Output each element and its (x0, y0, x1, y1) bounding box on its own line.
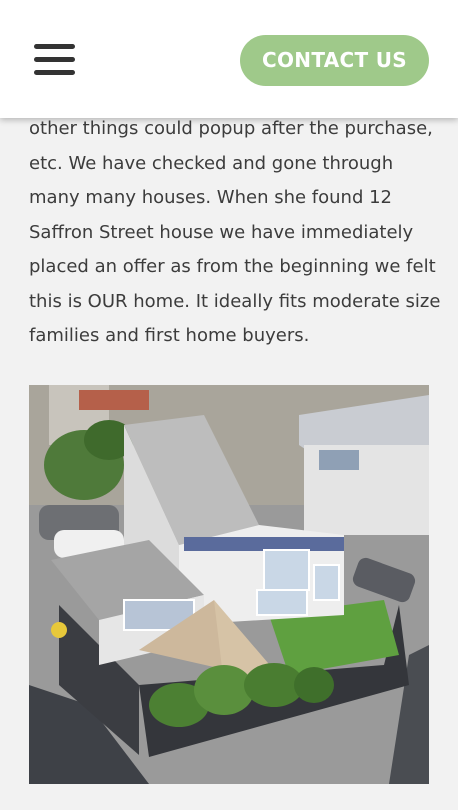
article-text: other things could popup after the purch… (29, 112, 441, 354)
article-line: many many houses. When she found 12 (29, 187, 393, 208)
site-header: CONTACT US (0, 0, 458, 118)
hamburger-menu-icon[interactable] (34, 44, 76, 78)
menu-bar (34, 70, 75, 75)
contact-us-button[interactable]: CONTACT US (240, 35, 429, 86)
menu-bar (34, 57, 75, 62)
house-aerial-photo (29, 385, 429, 784)
article-line: families and first home buyers. (29, 325, 310, 346)
article-line: etc. We have checked and gone through (29, 152, 394, 174)
article-line: placed an offer as from the beginning we… (29, 256, 436, 277)
menu-bar (34, 44, 75, 49)
article-line: Saffron Street house we have immediately (29, 221, 414, 243)
article-line: this is OUR home. It ideally fits modera… (29, 290, 441, 312)
